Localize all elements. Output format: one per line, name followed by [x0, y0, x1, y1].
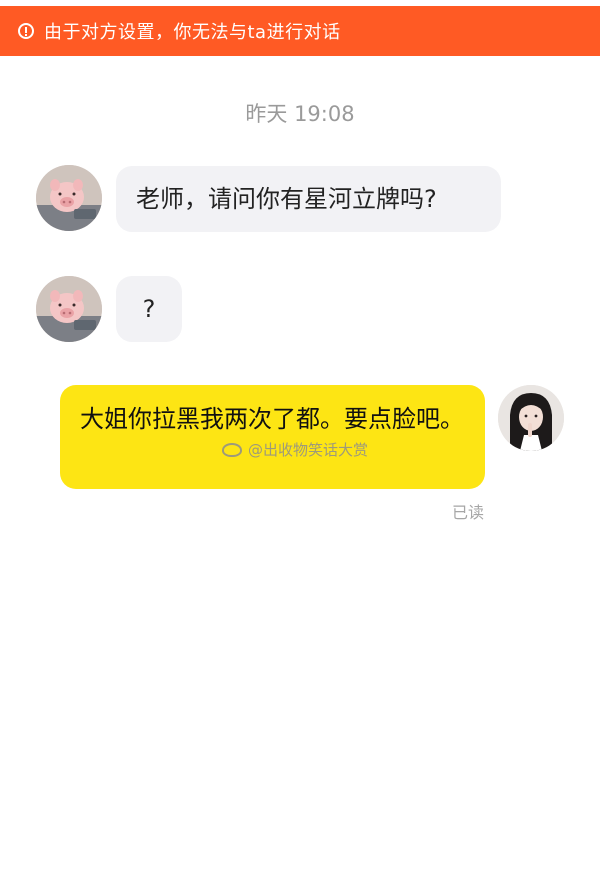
incoming-message-bubble[interactable]: 老师，请问你有星河立牌吗?	[116, 166, 501, 232]
warning-circle-icon	[18, 23, 34, 39]
message-text: 大姐你拉黑我两次了都。要点脸吧。	[80, 405, 464, 433]
message-timestamp: 昨天 19:08	[245, 102, 355, 126]
banner-text: 由于对方设置，你无法与ta进行对话	[44, 22, 341, 43]
watermark-text: @出收物笑话大赏	[248, 441, 369, 459]
girl-avatar-icon	[498, 385, 564, 451]
message-text: 老师，请问你有星河立牌吗?	[136, 185, 437, 213]
message-text: ?	[142, 295, 156, 323]
outgoing-message-bubble[interactable]: 大姐你拉黑我两次了都。要点脸吧。	[60, 385, 485, 489]
read-receipt: 已读	[452, 503, 485, 522]
chat-restriction-banner: 由于对方设置，你无法与ta进行对话	[0, 6, 600, 56]
incoming-message-bubble[interactable]: ?	[116, 276, 182, 342]
my-avatar[interactable]	[498, 385, 564, 451]
watermark: @出收物笑话大赏	[222, 439, 368, 460]
weibo-icon	[222, 442, 242, 457]
sender-avatar[interactable]	[36, 165, 102, 231]
pig-avatar-icon	[36, 165, 102, 231]
pig-avatar-icon	[36, 276, 102, 342]
sender-avatar[interactable]	[36, 276, 102, 342]
